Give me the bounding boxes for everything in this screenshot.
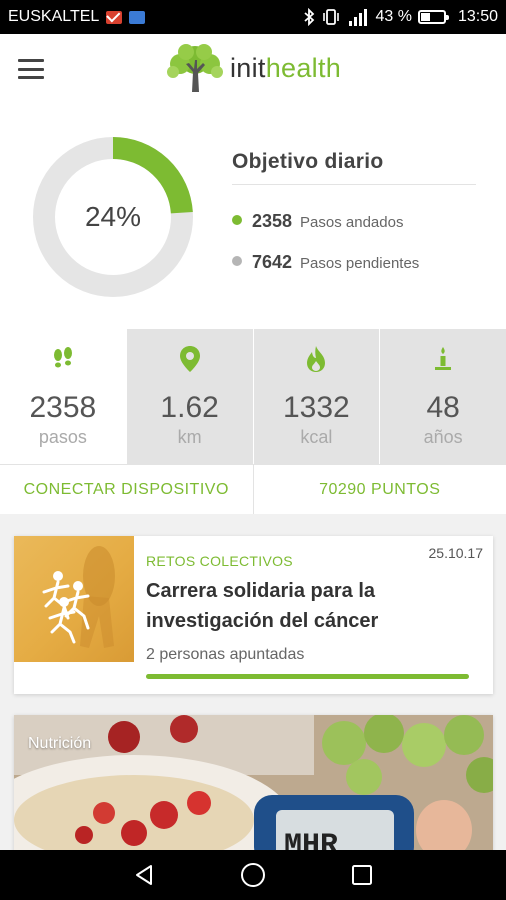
connect-device-button[interactable]: CONECTAR DISPOSITIVO: [0, 465, 254, 514]
challenge-image: [14, 536, 134, 662]
birthday-candle-icon: [430, 345, 456, 373]
battery-percent: 43 %: [375, 8, 412, 25]
action-row: CONECTAR DISPOSITIVO 70290 PUNTOS: [0, 464, 506, 514]
challenge-participants: 2 personas apuntadas: [146, 646, 305, 663]
image-icon: [129, 10, 146, 24]
tree-logo-icon: [167, 44, 223, 92]
logo-init-text: init: [230, 52, 266, 83]
app-header: inithealth: [0, 34, 506, 104]
metric-calories[interactable]: 1332 kcal: [253, 329, 381, 464]
metric-calories-value: 1332: [283, 391, 350, 424]
vibrate-icon: [323, 9, 340, 25]
challenge-category: RETOS COLECTIVOS: [146, 553, 293, 569]
footsteps-icon: [50, 345, 76, 373]
daily-goal-card: 24% Objetivo diario 2358 Pasos andados 7…: [0, 104, 506, 329]
carrier-name: EUSKALTEL: [8, 8, 100, 25]
metric-distance[interactable]: 1.62 km: [126, 329, 254, 464]
metrics-strip: 2358 pasos 1.62 km 1332 kcal 48 años: [0, 329, 506, 464]
pending-steps-row: 7642 Pasos pendientes: [232, 252, 419, 273]
walked-dot: [232, 215, 242, 225]
challenge-title: Carrera solidaria para la investigación …: [146, 580, 379, 632]
nutrition-card[interactable]: MHR Nutrición: [14, 715, 493, 855]
nutrition-label: Nutrición: [28, 735, 92, 752]
signal-icon: [349, 9, 368, 26]
metric-distance-value: 1.62: [160, 391, 219, 424]
metric-steps[interactable]: 2358 pasos: [0, 329, 127, 464]
clock: 13:50: [457, 8, 498, 25]
pending-steps-value: 7642: [252, 252, 293, 272]
back-icon[interactable]: [124, 855, 164, 895]
progress-percent: 24%: [84, 201, 142, 232]
metric-distance-unit: km: [177, 427, 202, 447]
bluetooth-icon: [304, 8, 315, 26]
walked-steps-value: 2358: [252, 211, 293, 231]
metric-steps-unit: pasos: [38, 427, 87, 447]
battery-icon: [417, 10, 449, 24]
pending-steps-label: Pasos pendientes: [300, 255, 420, 272]
app-logo: inithealth: [164, 42, 341, 94]
daily-goal-title: Objetivo diario: [232, 150, 384, 173]
metric-calories-unit: kcal: [300, 427, 333, 447]
recents-icon[interactable]: [342, 855, 382, 895]
metric-age-unit: años: [423, 427, 463, 447]
walked-steps-row: 2358 Pasos andados: [232, 211, 403, 232]
metric-age[interactable]: 48 años: [380, 329, 506, 464]
points-button[interactable]: 70290 PUNTOS: [254, 465, 506, 514]
flame-icon: [303, 345, 329, 373]
mail-icon: [106, 10, 123, 24]
logo-health-text: health: [265, 52, 342, 83]
challenge-date: 25.10.17: [428, 545, 484, 561]
status-bar: EUSKALTEL 43 % 13:50: [0, 0, 506, 34]
metric-steps-value: 2358: [29, 391, 97, 424]
metric-age-value: 48: [426, 391, 460, 424]
location-pin-icon: [177, 345, 203, 373]
hamburger-menu-icon[interactable]: [18, 59, 44, 79]
system-nav-bar: [0, 850, 506, 900]
divider: [232, 184, 476, 185]
pending-dot: [232, 256, 242, 266]
challenge-progress-bar: [146, 674, 469, 679]
walked-steps-label: Pasos andados: [300, 214, 404, 231]
challenge-card[interactable]: RETOS COLECTIVOS 25.10.17 Carrera solida…: [14, 536, 493, 694]
home-icon[interactable]: [233, 855, 273, 895]
